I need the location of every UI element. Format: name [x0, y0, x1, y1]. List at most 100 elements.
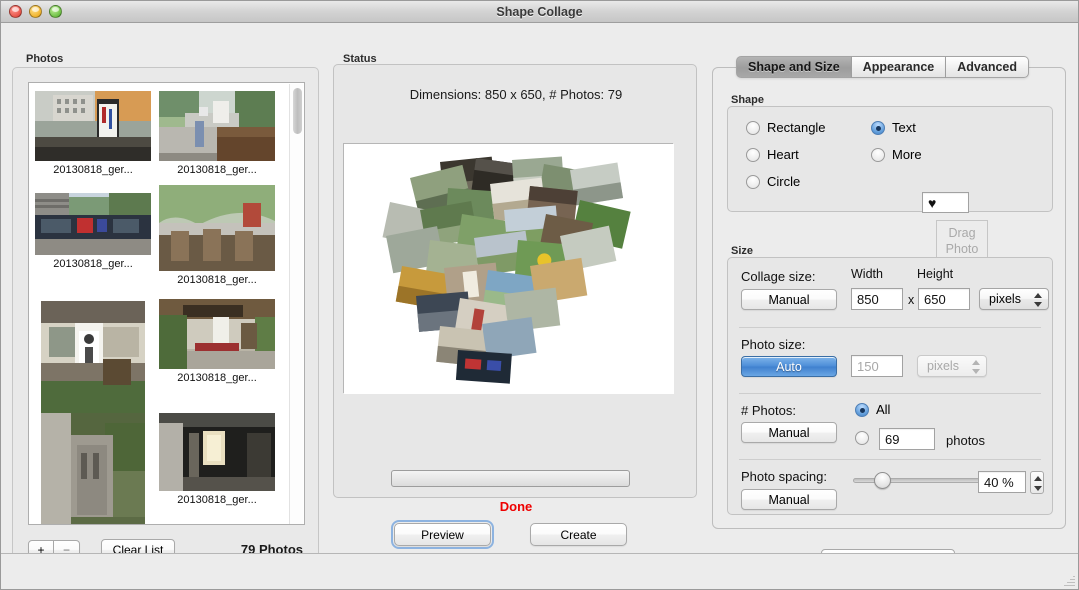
dimensions-text: Dimensions: 850 x 650, # Photos: 79: [409, 87, 623, 102]
multiply-symbol: x: [908, 293, 915, 307]
photo-spacing-input[interactable]: [978, 471, 1026, 493]
thumbnail-grid: 20130818_ger... 20130818_ger... 20130818…: [29, 83, 304, 524]
list-item[interactable]: 20130818_ger...: [35, 91, 151, 176]
scrollbar-thumb[interactable]: [293, 88, 302, 134]
progress-bar: [391, 470, 630, 487]
slider-knob[interactable]: [873, 472, 891, 489]
width-input[interactable]: [851, 288, 903, 310]
list-item[interactable]: 20130818_ger...: [35, 193, 151, 270]
list-item-caption: 20130818_ger...: [177, 494, 257, 506]
num-photos-mode-button[interactable]: Manual: [741, 422, 837, 443]
photo-size-mode-button[interactable]: Auto: [741, 356, 837, 377]
tab-panel: Shape Rectangle Heart Circle Text More ♥…: [712, 67, 1066, 529]
num-photos-all-option[interactable]: All: [855, 402, 890, 417]
collage-preview[interactable]: [343, 143, 674, 394]
radio-icon[interactable]: [855, 402, 869, 417]
shape-option-rectangle[interactable]: Rectangle: [746, 120, 826, 135]
zoom-icon[interactable]: [49, 5, 62, 18]
status-message: Done: [499, 499, 533, 514]
tab-bar: Shape and Size Appearance Advanced: [736, 56, 1030, 78]
list-item[interactable]: 20130818_ger...: [159, 299, 275, 384]
radio-icon[interactable]: [746, 147, 760, 162]
tab-shape-and-size[interactable]: Shape and Size: [736, 56, 852, 78]
resize-grip-icon[interactable]: [1062, 574, 1075, 587]
photo-spacing-slider[interactable]: [853, 472, 985, 489]
radio-icon[interactable]: [855, 431, 869, 445]
photo-spacing-stepper[interactable]: [1030, 471, 1044, 494]
tab-appearance[interactable]: Appearance: [851, 56, 947, 78]
list-item[interactable]: 20130818_ger...: [159, 413, 275, 506]
tab-advanced[interactable]: Advanced: [946, 56, 1030, 78]
photos-panel-label: Photos: [26, 53, 64, 65]
thumbnail-image: [159, 185, 275, 271]
list-item[interactable]: 20130818_ger...: [41, 413, 145, 524]
divider: [739, 327, 1041, 328]
window-controls: [9, 5, 62, 18]
window-content: Photos 20130818_ger... 20130818_ger... 2…: [1, 23, 1078, 589]
num-photos-manual-option[interactable]: [855, 431, 869, 445]
num-photos-suffix: photos: [946, 433, 986, 448]
photo-size-units-value: pixels: [927, 359, 959, 373]
settings-panel: Shape and Size Appearance Advanced Shape…: [712, 56, 1066, 546]
radio-icon[interactable]: [746, 120, 760, 135]
chevron-updown-icon: [1034, 476, 1042, 491]
height-input[interactable]: [918, 288, 970, 310]
thumbnail-image: [41, 413, 145, 524]
create-button[interactable]: Create: [530, 523, 627, 546]
close-icon[interactable]: [9, 5, 22, 18]
photos-scrollbar[interactable]: [289, 84, 303, 524]
num-photos-label: # Photos:: [741, 403, 796, 418]
status-panel: Status Dimensions: 850 x 650, # Photos: …: [333, 53, 697, 514]
shape-option-circle[interactable]: Circle: [746, 174, 800, 189]
photo-spacing-mode-button[interactable]: Manual: [741, 489, 837, 510]
title-bar: Shape Collage: [1, 1, 1078, 23]
list-item[interactable]: 20130818_ger...: [41, 301, 145, 428]
photo-size-units-select[interactable]: pixels: [917, 355, 987, 377]
shape-option-label: Heart: [767, 147, 799, 162]
shape-group-label: Shape: [731, 94, 765, 106]
photo-size-input[interactable]: [851, 355, 903, 377]
photo-spacing-label: Photo spacing:: [741, 469, 828, 484]
divider: [739, 459, 1041, 460]
thumbnail-image: [159, 299, 275, 369]
thumbnail-image: [159, 413, 275, 491]
collage-image: [344, 144, 674, 394]
thumbnail-image: [35, 91, 151, 161]
photos-list[interactable]: 20130818_ger... 20130818_ger... 20130818…: [28, 82, 305, 525]
collage-units-select[interactable]: pixels: [979, 288, 1049, 310]
shape-option-more[interactable]: More: [871, 147, 922, 162]
shape-option-label: Circle: [767, 174, 801, 189]
radio-icon[interactable]: [746, 174, 760, 189]
list-item[interactable]: 20130818_ger...: [159, 185, 275, 286]
collage-size-label: Collage size:: [741, 269, 816, 284]
size-group: Size Collage size: Manual Width Height x…: [727, 245, 1053, 515]
shape-option-label: Text: [892, 120, 916, 135]
collage-size-mode-button[interactable]: Manual: [741, 289, 837, 310]
photos-panel: Photos 20130818_ger... 20130818_ger... 2…: [12, 53, 319, 575]
radio-icon[interactable]: [871, 120, 885, 135]
preview-button[interactable]: Preview: [391, 520, 494, 549]
shape-option-heart[interactable]: Heart: [746, 147, 799, 162]
list-item-caption: 20130818_ger...: [177, 274, 257, 286]
height-header: Height: [917, 267, 954, 281]
list-item-caption: 20130818_ger...: [53, 164, 133, 176]
thumbnail-image: [35, 193, 151, 255]
window-title: Shape Collage: [496, 4, 583, 19]
num-photos-input[interactable]: [879, 428, 935, 450]
num-photos-all-label: All: [876, 402, 891, 417]
photos-frame: 20130818_ger... 20130818_ger... 20130818…: [12, 67, 319, 575]
radio-icon[interactable]: [871, 147, 885, 162]
shape-option-text[interactable]: Text: [871, 120, 916, 135]
shape-option-label: Rectangle: [767, 120, 826, 135]
list-item-caption: 20130818_ger...: [177, 164, 257, 176]
photo-size-label: Photo size:: [741, 337, 806, 352]
width-header: Width: [851, 267, 883, 281]
shape-text-input[interactable]: ♥: [922, 192, 969, 213]
list-item[interactable]: 20130818_ger...: [159, 91, 275, 176]
shape-option-label: More: [892, 147, 922, 162]
collage-units-value: pixels: [989, 292, 1021, 306]
status-frame: Dimensions: 850 x 650, # Photos: 79 Done: [333, 64, 697, 514]
app-window: Shape Collage Photos 20130818_ger... 201…: [0, 0, 1079, 590]
minimize-icon[interactable]: [29, 5, 42, 18]
thumbnail-image: [41, 301, 145, 413]
